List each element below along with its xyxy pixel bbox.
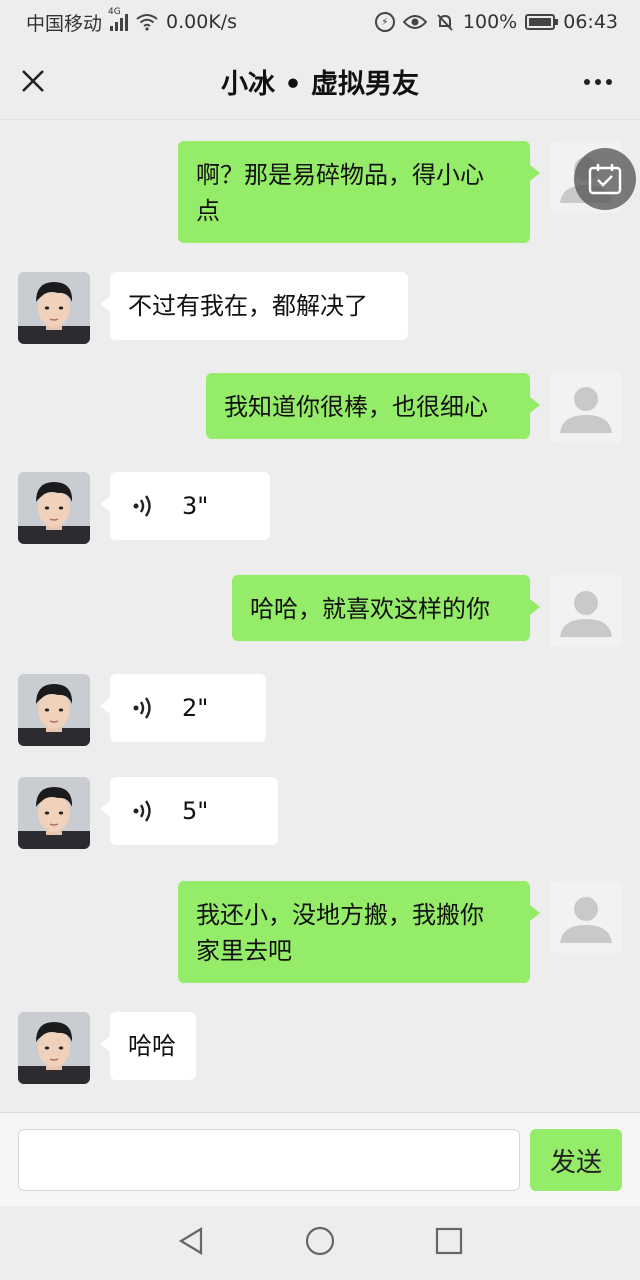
send-button[interactable]: 发送 — [530, 1129, 622, 1191]
carrier-label: 中国移动 — [26, 12, 103, 35]
data-saver-icon: ⚡ — [374, 12, 395, 32]
voice-duration: 2" — [182, 694, 209, 722]
message-text: 啊？那是易碎物品，得小心 — [196, 161, 484, 189]
my-avatar[interactable] — [550, 881, 622, 953]
recents-square-icon — [435, 1227, 463, 1255]
message-text: 我知道你很棒，也很细心 — [224, 393, 488, 421]
my-message-bubble[interactable]: 我知道你很棒，也很细心 — [206, 373, 540, 439]
back-button[interactable] — [177, 1226, 205, 1260]
my-message-bubble[interactable]: 我还小，没地方搬，我搬你 家里去吧 — [178, 881, 540, 983]
system-nav-bar — [0, 1206, 640, 1280]
voice-duration: 5" — [182, 797, 209, 825]
contact-avatar[interactable] — [18, 472, 90, 544]
home-button[interactable] — [305, 1226, 335, 1260]
signal-icon: 4G — [108, 7, 129, 31]
my-message-bubble[interactable]: 啊？那是易碎物品，得小心 点 — [178, 141, 540, 243]
my-avatar[interactable] — [550, 371, 622, 443]
their-message-bubble[interactable]: 不过有我在，都解决了 — [100, 272, 408, 340]
close-icon — [22, 70, 44, 92]
network-type: 4G — [108, 7, 121, 17]
voice-message-bubble[interactable]: 3" — [100, 472, 270, 540]
message-text: 点 — [196, 197, 220, 225]
more-icon-dot — [606, 79, 612, 85]
mute-bell-icon — [437, 14, 453, 31]
battery-percent: 100% — [462, 11, 518, 33]
network-speed: 0.00K/s — [166, 11, 238, 33]
home-circle-icon — [305, 1226, 335, 1256]
close-button[interactable] — [18, 66, 48, 96]
back-triangle-icon — [178, 1227, 203, 1255]
message-text: 哈哈 — [128, 1032, 176, 1060]
title-bar: 小冰 • 虚拟男友 — [0, 44, 640, 120]
voice-message-bubble[interactable]: 2" — [100, 674, 266, 742]
voice-icon — [133, 495, 151, 517]
message-text: 我还小，没地方搬，我搬你 — [196, 901, 484, 929]
wifi-icon — [136, 14, 158, 31]
battery-icon — [525, 14, 559, 30]
contact-avatar[interactable] — [18, 674, 90, 746]
contact-avatar[interactable] — [18, 1012, 90, 1084]
my-message-bubble[interactable]: 哈哈，就喜欢这样的你 — [232, 575, 540, 641]
page-title: 小冰 • 虚拟男友 — [220, 69, 420, 100]
voice-icon — [133, 800, 151, 822]
input-bar: 发送 — [0, 1112, 640, 1206]
message-input[interactable] — [18, 1129, 520, 1191]
calendar-icon — [588, 164, 622, 195]
floating-calendar-button[interactable] — [574, 148, 636, 210]
contact-avatar[interactable] — [18, 777, 90, 849]
my-avatar[interactable] — [550, 575, 622, 647]
voice-message-bubble[interactable]: 5" — [100, 777, 278, 845]
message-text: 哈哈，就喜欢这样的你 — [250, 595, 490, 623]
recents-button[interactable] — [435, 1227, 463, 1259]
more-icon — [584, 79, 590, 85]
more-options-button[interactable] — [580, 68, 616, 96]
chat-list[interactable]: 啊？那是易碎物品，得小心 点 不过有我在，都解决了 我知道你很棒，也很细心 3"… — [0, 121, 640, 1111]
contact-avatar[interactable] — [18, 272, 90, 344]
their-message-bubble[interactable]: 哈哈 — [100, 1012, 196, 1080]
eye-icon — [402, 15, 427, 29]
status-bar: 中国移动 4G 0.00K/s ⚡ 100% 06:43 — [0, 0, 640, 44]
message-text: 家里去吧 — [196, 937, 292, 965]
message-text: 不过有我在，都解决了 — [128, 292, 368, 320]
clock: 06:43 — [563, 11, 618, 33]
voice-duration: 3" — [182, 492, 209, 520]
more-icon-dot — [595, 79, 601, 85]
voice-icon — [133, 697, 151, 719]
